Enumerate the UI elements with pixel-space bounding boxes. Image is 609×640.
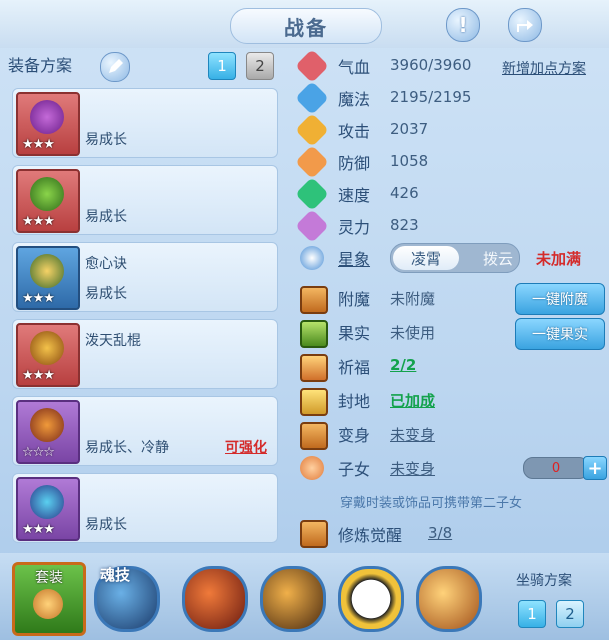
extra-value-children[interactable]: 未变身 [390, 458, 435, 479]
skill-slot-taiji[interactable] [338, 566, 404, 632]
upgradable-badge[interactable]: 可强化 [225, 437, 267, 457]
suit-label: 套装 [35, 570, 63, 586]
equip-slot-4[interactable]: ★★★ 泼天乱棍 [12, 319, 278, 389]
extra-label-children: 子女 [338, 460, 371, 479]
equip-desc: 易成长、冷静 [85, 440, 169, 456]
equip-desc: 易成长 [85, 286, 127, 302]
equip-slot-3[interactable]: ★★★ 愈心诀 易成长 [12, 242, 278, 312]
stat-label-defense: 防御 [338, 154, 371, 173]
blessing-icon [300, 354, 328, 382]
extra-value-fruit: 未使用 [390, 324, 436, 342]
equip-icon-1: ★★★ [16, 92, 80, 156]
stat-value-attack: 2037 [390, 120, 429, 138]
stat-label-speed: 速度 [338, 186, 371, 205]
equip-slot-5[interactable]: ☆☆☆ 易成长、冷静 可强化 [12, 396, 278, 466]
equip-desc: 易成长 [85, 517, 127, 533]
soul-skill-label: 魂技 [100, 566, 131, 584]
child-count-bar: 0 [523, 457, 589, 479]
defense-icon [295, 145, 329, 179]
equip-icon-5: ☆☆☆ [16, 400, 80, 464]
cultivation-value[interactable]: 3/8 [428, 524, 452, 542]
equip-tab-2[interactable]: 2 [246, 52, 274, 80]
spirit-icon [295, 209, 329, 243]
stat-label-attack: 攻击 [338, 122, 371, 141]
cultivation-icon [300, 520, 328, 548]
equip-desc: 易成长 [85, 132, 127, 148]
cultivation-label: 修炼觉醒 [338, 526, 403, 545]
edit-pen-icon[interactable] [100, 52, 130, 82]
children-icon [300, 456, 324, 480]
equip-icon-3: ★★★ [16, 246, 80, 310]
battle-prep-panel: 战备 ! 装备方案 1 2 ★★★ 易成长 ★★★ 易成长 ★★★ 愈心诀 易成… [0, 0, 609, 640]
speed-icon [295, 177, 329, 211]
equip-name: 愈心诀 [85, 256, 127, 272]
extra-value-enchant: 未附魔 [390, 290, 436, 308]
add-points-link[interactable]: 新增加点方案 [502, 58, 586, 78]
child-count: 0 [551, 460, 561, 476]
fruit-icon [300, 320, 328, 348]
child-hint: 穿戴时装或饰品可携带第二子女 [340, 496, 523, 511]
extra-label-blessing: 祈福 [338, 358, 371, 377]
enchant-icon [300, 286, 328, 314]
hp-icon [295, 49, 329, 83]
transform-icon [300, 422, 328, 450]
add-child-icon[interactable]: + [583, 456, 607, 480]
one-click-fruit-button[interactable]: 一键果实 [515, 318, 605, 350]
star-sign-icon [300, 246, 324, 270]
equip-icon-6: ★★★ [16, 477, 80, 541]
stat-value-mp: 2195/2195 [390, 88, 472, 106]
page-title: 战备 [230, 8, 382, 44]
one-click-enchant-button[interactable]: 一键附魔 [515, 283, 605, 315]
stat-label-spirit: 灵力 [338, 218, 371, 237]
stars: ☆☆☆ [22, 445, 55, 460]
equip-icon-2: ★★★ [16, 169, 80, 233]
stat-label-hp: 气血 [338, 58, 371, 77]
equip-slot-1[interactable]: ★★★ 易成长 [12, 88, 278, 158]
stat-value-speed: 426 [390, 184, 419, 202]
extra-value-blessing[interactable]: 2/2 [390, 356, 416, 374]
stars: ★★★ [22, 291, 55, 306]
stars: ★★★ [22, 214, 55, 229]
mount-tab-1[interactable]: 1 [518, 600, 546, 628]
stars: ★★★ [22, 137, 55, 152]
extra-label-enchant: 附魔 [338, 290, 371, 309]
stat-value-hp: 3960/3960 [390, 56, 472, 74]
stars: ★★★ [22, 522, 55, 537]
skill-slot-beast[interactable] [182, 566, 248, 632]
mount-tab-2[interactable]: 2 [556, 600, 584, 628]
extra-value-transform[interactable]: 未变身 [390, 424, 435, 445]
extra-value-territory[interactable]: 已加成 [390, 390, 435, 411]
extra-label-territory: 封地 [338, 392, 371, 411]
share-icon[interactable] [508, 8, 542, 42]
skill-slot-warrior[interactable] [260, 566, 326, 632]
star-sign-status: 未加满 [536, 250, 582, 268]
equip-icon-4: ★★★ [16, 323, 80, 387]
mp-icon [295, 81, 329, 115]
equip-slot-6[interactable]: ★★★ 易成长 [12, 473, 278, 543]
suit-button[interactable]: 套装 [12, 562, 86, 636]
mount-plan-label: 坐骑方案 [516, 573, 572, 589]
equip-tab-1[interactable]: 1 [208, 52, 236, 80]
skill-slot-blade[interactable] [416, 566, 482, 632]
extra-label-transform: 变身 [338, 426, 371, 445]
equip-plan-heading: 装备方案 [8, 56, 73, 75]
star-sign-label[interactable]: 星象 [338, 246, 370, 270]
toggle-option-boyun[interactable]: 拨云 [483, 248, 513, 269]
attack-icon [295, 113, 329, 147]
toggle-option-lingxiao[interactable]: 凌霄 [393, 246, 459, 270]
stat-value-defense: 1058 [390, 152, 429, 170]
equip-desc: 易成长 [85, 209, 127, 225]
equip-slot-2[interactable]: ★★★ 易成长 [12, 165, 278, 235]
help-icon[interactable]: ! [446, 8, 480, 42]
extra-label-fruit: 果实 [338, 324, 371, 343]
stat-label-mp: 魔法 [338, 90, 371, 109]
star-sign-toggle[interactable]: 凌霄 拨云 [390, 243, 520, 273]
territory-icon [300, 388, 328, 416]
equip-name: 泼天乱棍 [85, 333, 141, 349]
stars: ★★★ [22, 368, 55, 383]
stat-value-spirit: 823 [390, 216, 419, 234]
